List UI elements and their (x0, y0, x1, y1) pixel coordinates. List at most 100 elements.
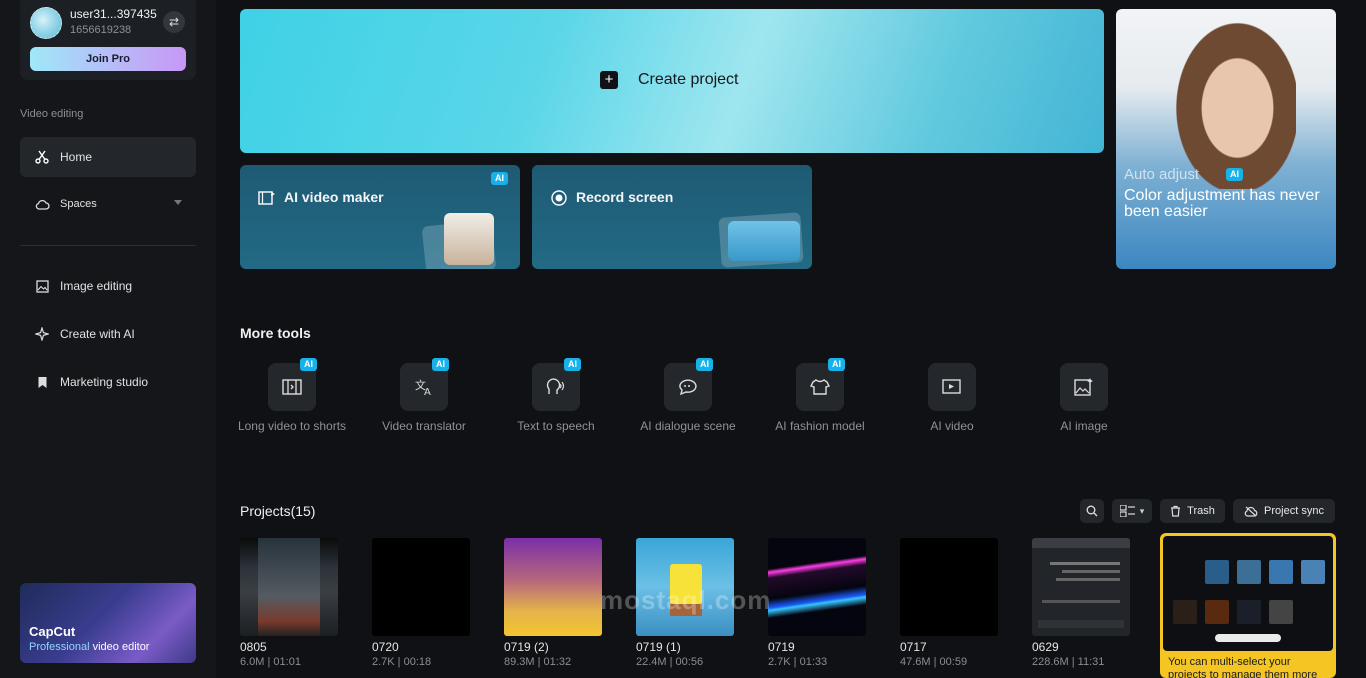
multi-select-tip-popover[interactable]: You can multi-select your projects to ma… (1160, 533, 1336, 678)
tool-long-video-to-shorts[interactable]: AI Long video to shorts (232, 358, 352, 433)
project-card[interactable]: 0720 2.7K | 00:18 (372, 538, 470, 668)
cloud-icon (34, 196, 50, 212)
ai-video-maker-label: AI video maker (284, 189, 384, 205)
view-toggle-button[interactable]: ▾ (1112, 499, 1152, 523)
sidebar: user31...397435 1656619238 ⇄ Join Pro Vi… (0, 0, 216, 678)
tool-label: AI video (930, 419, 974, 433)
portrait-image (1166, 9, 1296, 189)
sidebar-item-label: Create with AI (60, 327, 135, 341)
project-meta: 2.7K | 01:33 (768, 656, 828, 668)
project-meta: 228.6M | 11:31 (1032, 656, 1105, 668)
tool-text-to-speech[interactable]: AI Text to speech (496, 358, 616, 433)
project-card[interactable]: 0629 228.6M | 11:31 (1032, 538, 1130, 668)
project-thumbnail (240, 538, 338, 636)
image-sparkle-icon (1060, 363, 1108, 411)
tool-label: Video translator (382, 419, 466, 433)
ad-description: Color adjustment has never been easier (1124, 187, 1320, 220)
chevron-down-icon[interactable] (174, 200, 182, 205)
user-name: user31...397435 (70, 7, 157, 21)
project-card[interactable]: 0717 47.6M | 00:59 (900, 538, 998, 668)
tool-ai-fashion-model[interactable]: AI AI fashion model (760, 358, 880, 433)
tool-ai-image[interactable]: AI image (1024, 363, 1144, 433)
search-button[interactable] (1080, 499, 1104, 523)
ai-badge: AI (564, 358, 581, 371)
sparkle-icon (34, 326, 50, 342)
project-name: 0717 (900, 640, 927, 654)
project-thumbnail (504, 538, 602, 636)
sidebar-item-label: Home (60, 150, 93, 164)
ai-video-maker-card[interactable]: AI video maker AI (240, 165, 520, 269)
project-thumbnail (1032, 538, 1130, 636)
project-meta: 89.3M | 01:32 (504, 656, 572, 668)
record-screen-label: Record screen (576, 189, 674, 205)
thumbnail-preview (444, 213, 494, 265)
project-thumbnail (372, 538, 470, 636)
sidebar-item-create-with-ai[interactable]: Create with AI (20, 314, 196, 354)
grid-view-icon (1119, 505, 1135, 517)
switch-account-icon[interactable]: ⇄ (163, 11, 185, 33)
scissors-icon (34, 149, 50, 165)
create-project-card[interactable]: + Create project (240, 9, 1104, 153)
tip-preview-image (1163, 536, 1333, 651)
project-sync-button[interactable]: Project sync (1233, 499, 1335, 523)
ai-badge: AI (1226, 168, 1243, 181)
tip-text: You can multi-select your projects to ma… (1168, 656, 1318, 678)
tool-video-translator[interactable]: 文A AI Video translator (364, 358, 484, 433)
join-pro-button[interactable]: Join Pro (30, 47, 186, 71)
sidebar-section-label: Video editing (20, 108, 84, 120)
sidebar-item-marketing-studio[interactable]: Marketing studio (20, 362, 196, 402)
project-sync-label: Project sync (1264, 505, 1324, 517)
tool-label: Long video to shorts (237, 419, 347, 433)
play-screen-icon (928, 363, 976, 411)
svg-text:A: A (424, 387, 431, 396)
more-tools-title: More tools (240, 325, 311, 341)
auto-adjust-ad-card[interactable]: Auto adjust AI Color adjustment has neve… (1116, 9, 1336, 269)
sidebar-item-home[interactable]: Home (20, 137, 196, 177)
sidebar-item-label: Marketing studio (60, 375, 149, 389)
ai-badge: AI (432, 358, 449, 371)
project-name: 0719 (768, 640, 795, 654)
project-card[interactable]: 0805 6.0M | 01:01 (240, 538, 338, 668)
avatar[interactable] (30, 7, 62, 39)
tool-ai-dialogue-scene[interactable]: AI AI dialogue scene (628, 358, 748, 433)
capcut-promo-banner[interactable]: CapCut Professional video editor (20, 583, 196, 663)
projects-title: Projects(15) (240, 503, 316, 519)
tool-label: AI dialogue scene (640, 419, 736, 433)
ai-badge: AI (828, 358, 845, 371)
ad-title: Auto adjust (1124, 166, 1200, 183)
record-icon (551, 190, 567, 206)
trash-button[interactable]: Trash (1160, 499, 1225, 523)
tool-label: AI fashion model (775, 419, 865, 433)
sidebar-item-label: Spaces (60, 198, 97, 210)
create-project-label: Create project (638, 71, 739, 88)
project-card[interactable]: 0719 (2) 89.3M | 01:32 (504, 538, 602, 668)
trash-icon (1171, 505, 1181, 517)
record-screen-card[interactable]: Record screen (532, 165, 812, 269)
project-meta: 2.7K | 00:18 (372, 656, 432, 668)
project-meta: 22.4M | 00:56 (636, 656, 704, 668)
watermark: mostaql.com (600, 585, 772, 615)
project-name: 0719 (2) (504, 640, 549, 654)
sidebar-item-spaces[interactable]: Spaces (20, 184, 196, 224)
tool-label: AI image (1060, 419, 1108, 433)
chevron-down-icon: ▾ (1139, 505, 1145, 516)
project-name: 0629 (1032, 640, 1059, 654)
tool-label: Text to speech (517, 419, 595, 433)
image-icon (34, 278, 50, 294)
search-icon (1086, 505, 1098, 517)
sidebar-item-image-editing[interactable]: Image editing (20, 266, 196, 306)
project-meta: 6.0M | 01:01 (240, 656, 301, 668)
project-name: 0720 (372, 640, 399, 654)
project-name: 0805 (240, 640, 267, 654)
project-thumbnail (900, 538, 998, 636)
sidebar-item-label: Image editing (60, 279, 133, 293)
project-card[interactable]: 0719 2.7K | 01:33 (768, 538, 866, 668)
sidebar-divider (20, 245, 196, 246)
user-id: 1656619238 (70, 24, 132, 36)
bookmark-icon (34, 374, 50, 390)
tool-ai-video[interactable]: AI video (892, 363, 1012, 433)
ai-badge: AI (300, 358, 317, 371)
plus-icon: + (600, 71, 618, 89)
film-icon (258, 191, 275, 205)
user-card: user31...397435 1656619238 ⇄ Join Pro (20, 0, 196, 80)
